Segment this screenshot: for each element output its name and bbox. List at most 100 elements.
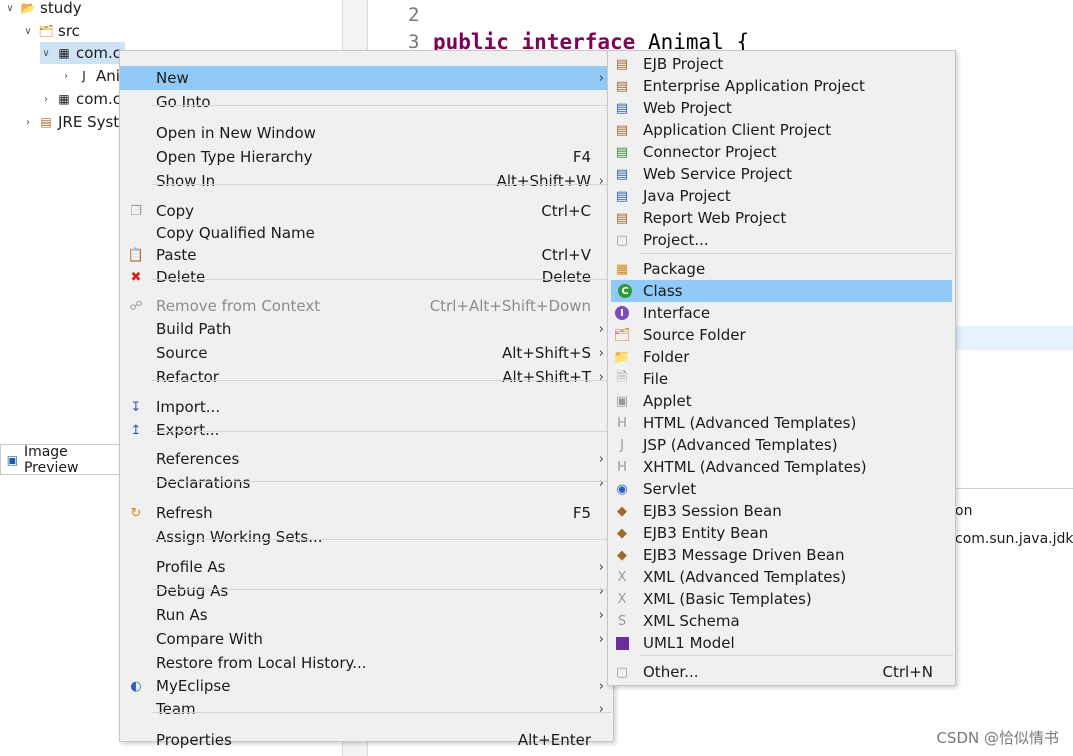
submenu-item-ejb3-entity-bean[interactable]: ◆ EJB3 Entity Bean bbox=[608, 522, 955, 544]
submenu-item-web-service-project[interactable]: ▤ Web Service Project bbox=[608, 163, 955, 185]
menu-item-properties[interactable]: Properties Alt+Enter bbox=[120, 728, 613, 752]
submenu-item-uml1-model[interactable]: UML1 Model bbox=[608, 632, 955, 654]
menu-item-label: Copy Qualified Name bbox=[156, 224, 315, 242]
menu-item-assign-working-sets[interactable]: Assign Working Sets... bbox=[120, 525, 613, 549]
menu-item-label: Assign Working Sets... bbox=[156, 528, 323, 546]
menu-item-label: JSP (Advanced Templates) bbox=[643, 436, 838, 454]
menu-item-restore-from-local-history[interactable]: Restore from Local History... bbox=[120, 651, 613, 675]
menu-item-show-in[interactable]: Show In Alt+Shift+W › bbox=[120, 169, 613, 193]
connector-project-icon: ▤ bbox=[615, 144, 629, 160]
submenu-item-applet[interactable]: ▣ Applet bbox=[608, 390, 955, 412]
menu-item-label: Package bbox=[643, 260, 706, 278]
menu-item-new[interactable]: New › bbox=[120, 66, 613, 90]
tree-item-src[interactable]: ∨ 🗂 src bbox=[22, 20, 80, 42]
tree-item-label: Ani bbox=[96, 67, 120, 85]
submenu-item-enterprise-application-project[interactable]: ▤ Enterprise Application Project bbox=[608, 75, 955, 97]
shortcut-label: Alt+Shift+T bbox=[502, 368, 591, 386]
menu-item-declarations[interactable]: Declarations › bbox=[120, 471, 613, 495]
submenu-item-project[interactable]: ▢ Project... bbox=[608, 229, 955, 251]
export-icon: ↥ bbox=[130, 422, 142, 438]
menu-item-myeclipse[interactable]: ◐ MyEclipse › bbox=[120, 674, 613, 698]
other-icon: ▢ bbox=[615, 664, 629, 680]
submenu-item-interface[interactable]: I Interface bbox=[608, 302, 955, 324]
submenu-item-ejb-project[interactable]: ▤ EJB Project bbox=[608, 53, 955, 75]
menu-item-open-in-new-window[interactable]: Open in New Window bbox=[120, 121, 613, 145]
submenu-item-html-advanced-templates[interactable]: H HTML (Advanced Templates) bbox=[608, 412, 955, 434]
menu-item-refactor[interactable]: Refactor Alt+Shift+T › bbox=[120, 365, 613, 389]
submenu-item-jsp-advanced-templates[interactable]: J JSP (Advanced Templates) bbox=[608, 434, 955, 456]
menu-item-debug-as[interactable]: Debug As › bbox=[120, 579, 613, 603]
shortcut-label: Alt+Shift+W bbox=[496, 172, 591, 190]
menu-item-label: Paste bbox=[156, 246, 197, 264]
table-cell: com.sun.java.jdk bbox=[955, 531, 1073, 547]
watermark: CSDN @恰似情书 bbox=[936, 729, 1059, 747]
menu-item-label: References bbox=[156, 450, 240, 468]
submenu-item-application-client-project[interactable]: ▤ Application Client Project bbox=[608, 119, 955, 141]
menu-item-compare-with[interactable]: Compare With › bbox=[120, 627, 613, 651]
chevron-right-icon[interactable]: › bbox=[40, 93, 52, 105]
submenu-item-other[interactable]: ▢ Other... Ctrl+N bbox=[608, 661, 955, 683]
submenu-item-xml-advanced-templates[interactable]: X XML (Advanced Templates) bbox=[608, 566, 955, 588]
ejb-project-icon: ▤ bbox=[615, 56, 629, 72]
submenu-item-connector-project[interactable]: ▤ Connector Project bbox=[608, 141, 955, 163]
submenu-item-file[interactable]: 🗎 File bbox=[608, 368, 955, 390]
enterprise-project-icon: ▤ bbox=[615, 78, 629, 94]
chevron-right-icon[interactable]: › bbox=[60, 70, 72, 82]
menu-item-export[interactable]: ↥ Export... bbox=[120, 418, 613, 442]
menu-item-label: XML Schema bbox=[643, 612, 740, 630]
tree-item-package[interactable]: › ▦ com.c bbox=[40, 88, 121, 110]
submenu-item-xml-basic-templates[interactable]: X XML (Basic Templates) bbox=[608, 588, 955, 610]
chevron-down-icon[interactable]: ∨ bbox=[22, 25, 34, 37]
myeclipse-icon: ◐ bbox=[130, 678, 142, 694]
tree-item-project[interactable]: ∨ 📂 study bbox=[4, 0, 81, 19]
chevron-down-icon[interactable]: ∨ bbox=[40, 47, 52, 59]
submenu-item-xml-schema[interactable]: S XML Schema bbox=[608, 610, 955, 632]
tab-image-preview[interactable]: ▣ Image Preview bbox=[0, 444, 121, 476]
menu-separator bbox=[152, 712, 611, 713]
submenu-item-web-project[interactable]: ▤ Web Project bbox=[608, 97, 955, 119]
chevron-right-icon[interactable]: › bbox=[22, 116, 34, 128]
chevron-down-icon[interactable]: ∨ bbox=[4, 2, 16, 14]
web-service-project-icon: ▤ bbox=[615, 166, 629, 182]
submenu-arrow-icon: › bbox=[598, 451, 604, 467]
import-icon: ↧ bbox=[130, 399, 142, 415]
menu-item-run-as[interactable]: Run As › bbox=[120, 603, 613, 627]
remove-context-icon: ☍ bbox=[129, 298, 143, 314]
submenu-arrow-icon: › bbox=[598, 678, 604, 694]
shortcut-label: Ctrl+Alt+Shift+Down bbox=[429, 297, 591, 315]
menu-item-import[interactable]: ↧ Import... bbox=[120, 395, 613, 419]
tree-item-package-selected[interactable]: ∨ ▦ com.c bbox=[40, 42, 126, 64]
column-header: on bbox=[955, 503, 973, 519]
menu-item-copy[interactable]: ❐ Copy Ctrl+C bbox=[120, 199, 613, 223]
menu-item-refresh[interactable]: ↻ Refresh F5 bbox=[120, 501, 613, 525]
menu-separator bbox=[152, 380, 611, 381]
menu-item-team[interactable]: Team › bbox=[120, 697, 613, 721]
submenu-item-folder[interactable]: 📁 Folder bbox=[608, 346, 955, 368]
submenu-item-source-folder[interactable]: 🗂 Source Folder bbox=[608, 324, 955, 346]
submenu-item-xhtml-advanced-templates[interactable]: H XHTML (Advanced Templates) bbox=[608, 456, 955, 478]
menu-item-profile-as[interactable]: Profile As › bbox=[120, 555, 613, 579]
menu-item-open-type-hierarchy[interactable]: Open Type Hierarchy F4 bbox=[120, 145, 613, 169]
submenu-item-package[interactable]: ▦ Package bbox=[608, 258, 955, 280]
submenu-item-class[interactable]: C Class bbox=[611, 280, 952, 302]
menu-item-copy-qualified-name[interactable]: Copy Qualified Name bbox=[120, 221, 613, 245]
menu-item-label: EJB3 Session Bean bbox=[643, 502, 782, 520]
menu-item-delete[interactable]: ✖ Delete Delete bbox=[120, 265, 613, 289]
menu-item-paste[interactable]: 📋 Paste Ctrl+V bbox=[120, 243, 613, 267]
submenu-item-ejb3-session-bean[interactable]: ◆ EJB3 Session Bean bbox=[608, 500, 955, 522]
menu-item-label: Debug As bbox=[156, 582, 229, 600]
submenu-item-ejb3-message-driven-bean[interactable]: ◆ EJB3 Message Driven Bean bbox=[608, 544, 955, 566]
menu-item-build-path[interactable]: Build Path › bbox=[120, 317, 613, 341]
menu-item-label: File bbox=[643, 370, 669, 388]
menu-item-source[interactable]: Source Alt+Shift+S › bbox=[120, 341, 613, 365]
menu-item-label: Project... bbox=[643, 231, 709, 249]
submenu-item-servlet[interactable]: ◉ Servlet bbox=[608, 478, 955, 500]
entity-bean-icon: ◆ bbox=[617, 525, 627, 541]
tree-item-jre[interactable]: › ▤ JRE Syste bbox=[22, 111, 128, 133]
menu-item-go-into[interactable]: Go Into bbox=[120, 90, 613, 114]
project-icon: ▢ bbox=[615, 232, 629, 248]
submenu-item-java-project[interactable]: ▤ Java Project bbox=[608, 185, 955, 207]
tree-item-file[interactable]: › J Ani bbox=[60, 65, 120, 87]
menu-item-references[interactable]: References › bbox=[120, 447, 613, 471]
submenu-item-report-web-project[interactable]: ▤ Report Web Project bbox=[608, 207, 955, 229]
